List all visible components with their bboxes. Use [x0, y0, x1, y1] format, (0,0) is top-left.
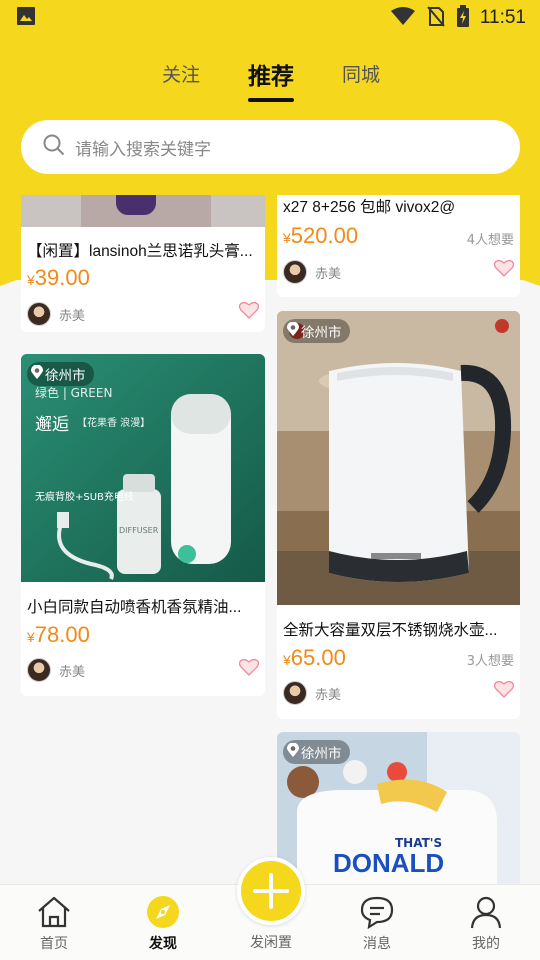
product-card[interactable]: THAT'S DONALD 徐州市	[277, 732, 520, 885]
tab-same-city[interactable]: 同城	[342, 60, 380, 87]
avatar	[27, 302, 51, 326]
product-title: 全新大容量双层不锈钢烧水壶...	[283, 622, 498, 639]
tab-follow[interactable]: 关注	[162, 60, 200, 87]
want-count: 3人想要	[466, 654, 514, 669]
nav-discover[interactable]: 发现	[123, 885, 203, 960]
location-tag: 徐州市	[27, 362, 94, 386]
user-icon	[468, 895, 504, 929]
top-tabs: 关注 推荐 同城	[0, 60, 540, 108]
avatar	[283, 681, 307, 705]
product-card[interactable]: 【闲置】lansinoh兰思诺乳头膏... ¥39.00 赤美	[21, 195, 265, 332]
location-pin-icon	[31, 364, 43, 384]
nav-messages[interactable]: 消息	[337, 885, 417, 960]
status-bar: 11:51	[0, 0, 540, 36]
location-text: 徐州市	[45, 368, 86, 384]
status-time: 11:51	[479, 7, 526, 28]
seller-info[interactable]: 赤美	[27, 658, 85, 682]
product-card[interactable]: 绿色 | GREEN 邂逅 【花果香 浪漫】 无痕背胶+SUB充电线 DIFFU…	[21, 354, 265, 696]
product-image	[21, 195, 265, 227]
product-title: x27 8+256 包邮 vivox2@	[283, 199, 456, 216]
product-price: ¥78.00	[27, 622, 90, 647]
product-title: 【闲置】lansinoh兰思诺乳头膏...	[27, 243, 253, 260]
post-item-label: 发闲置	[250, 935, 292, 951]
image-brand-text: 绿色 | GREEN	[35, 386, 113, 400]
seller-info[interactable]: 赤美	[283, 260, 341, 284]
want-count: 4人想要	[466, 233, 514, 248]
nav-home-label: 首页	[40, 936, 68, 952]
post-item-button[interactable]	[237, 857, 305, 925]
location-text: 徐州市	[301, 746, 342, 762]
seller-info[interactable]: 赤美	[283, 681, 341, 705]
heart-icon[interactable]	[238, 301, 260, 323]
product-price: ¥520.00	[283, 223, 359, 248]
product-feed[interactable]: 【闲置】lansinoh兰思诺乳头膏... ¥39.00 赤美 x27 8+25…	[0, 195, 540, 885]
search-bar[interactable]: 请输入搜索关键字	[21, 120, 520, 174]
nav-mine-label: 我的	[472, 936, 500, 952]
location-pin-icon	[287, 742, 299, 762]
seller-name: 赤美	[315, 687, 342, 703]
wifi-icon	[390, 6, 416, 30]
nav-discover-label: 发现	[149, 936, 177, 952]
seller-name: 赤美	[59, 664, 86, 680]
image-subheading-text: 【花果香 浪漫】	[77, 418, 151, 429]
seller-info[interactable]: 赤美	[27, 302, 85, 326]
image-heading-text: 邂逅	[35, 415, 69, 435]
nav-messages-label: 消息	[363, 936, 391, 952]
search-placeholder: 请输入搜索关键字	[75, 139, 211, 160]
product-price: ¥65.00	[283, 645, 346, 670]
tab-active-indicator	[248, 98, 294, 102]
nav-home[interactable]: 首页	[14, 885, 94, 960]
nav-mine[interactable]: 我的	[446, 885, 526, 960]
product-price: ¥39.00	[27, 265, 90, 290]
product-card[interactable]: x27 8+256 包邮 vivox2@ ¥520.00 4人想要 赤美	[277, 195, 520, 297]
no-sim-icon	[426, 5, 446, 31]
avatar	[283, 260, 307, 284]
avatar	[27, 658, 51, 682]
product-title: 小白同款自动喷香机香氛精油...	[27, 599, 242, 616]
image-text-line2: DONALD	[333, 848, 445, 878]
location-pin-icon	[287, 321, 299, 341]
seller-name: 赤美	[59, 308, 86, 324]
location-tag: 徐州市	[283, 319, 350, 343]
search-icon	[43, 134, 65, 160]
location-tag: 徐州市	[283, 740, 350, 764]
image-icon	[16, 6, 36, 30]
compass-icon	[145, 895, 181, 929]
product-card[interactable]: 徐州市 全新大容量双层不锈钢烧水壶... ¥65.00 3人想要 赤美	[277, 311, 520, 719]
heart-icon[interactable]	[238, 658, 260, 680]
image-product-text: DIFFUSER	[119, 526, 159, 535]
product-image: THAT'S DONALD 徐州市	[277, 732, 520, 885]
product-image: 徐州市	[277, 311, 520, 605]
battery-charging-icon	[456, 5, 470, 31]
home-icon	[36, 895, 72, 929]
seller-name: 赤美	[315, 266, 342, 282]
plus-icon	[241, 873, 301, 925]
location-text: 徐州市	[301, 325, 342, 341]
image-bullet-text: 无痕背胶+SUB充电线	[35, 492, 134, 503]
heart-icon[interactable]	[493, 259, 515, 281]
tab-recommend[interactable]: 推荐	[248, 57, 294, 91]
heart-icon[interactable]	[493, 680, 515, 702]
product-image: 绿色 | GREEN 邂逅 【花果香 浪漫】 无痕背胶+SUB充电线 DIFFU…	[21, 354, 265, 582]
message-icon	[359, 895, 395, 930]
